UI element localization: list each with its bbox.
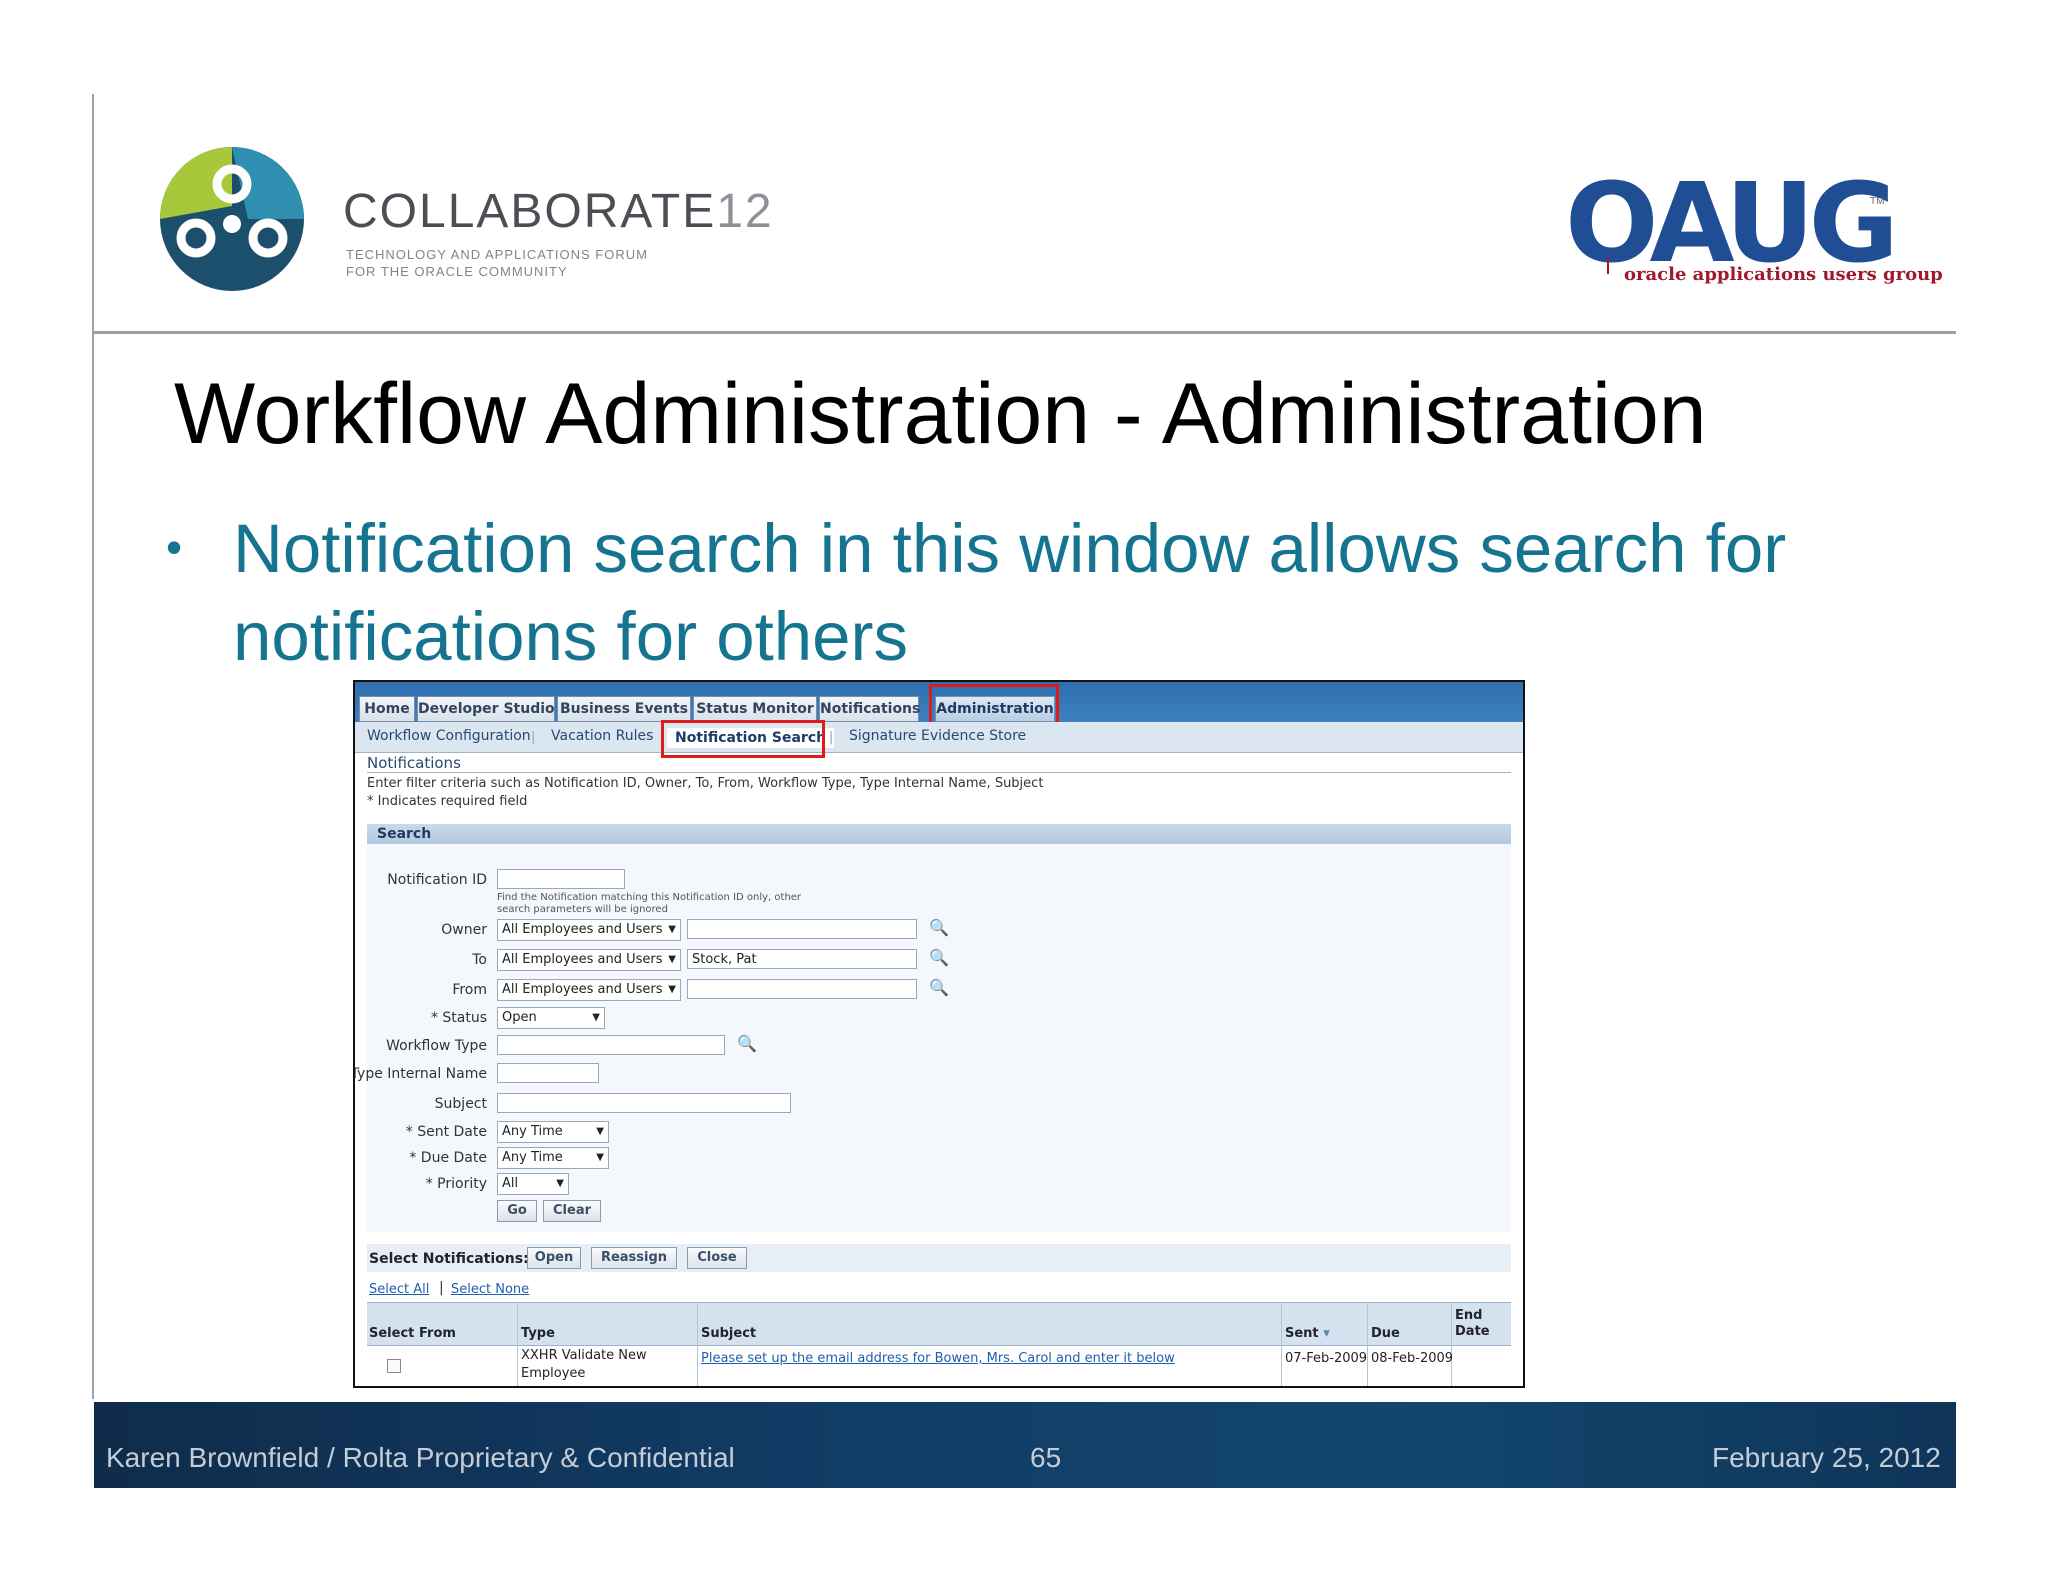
reassign-button[interactable]: Reassign [591, 1247, 677, 1269]
label-to: To [472, 952, 487, 968]
row-type: XXHR Validate New Employee [521, 1348, 647, 1381]
select-none-link[interactable]: Select None [451, 1282, 529, 1297]
subtab-workflow-configuration[interactable]: Workflow Configuration [367, 728, 531, 744]
clear-button[interactable]: Clear [543, 1200, 601, 1222]
tab-notifications[interactable]: Notifications [819, 696, 920, 722]
label-type-internal-name: Type Internal Name [353, 1066, 487, 1082]
col-due[interactable]: Due [1371, 1326, 1400, 1341]
notification-id-hint: Find the Notification matching this Noti… [497, 892, 802, 915]
oaug-logo: OAUG [1565, 159, 1899, 287]
search-header-bar [367, 824, 1511, 844]
bullet-text: Notification search in this window allow… [233, 510, 1787, 675]
collaborate-logo-icon [160, 147, 304, 291]
subtab-vacation-rules[interactable]: Vacation Rules [551, 728, 653, 744]
from-search-icon[interactable]: 🔍 [929, 978, 949, 997]
tab-business-events[interactable]: Business Events [557, 696, 691, 722]
to-search-icon[interactable]: 🔍 [929, 948, 949, 967]
slide-title: Workflow Administration - Administration [174, 366, 1707, 462]
oaug-pointer-line [1607, 258, 1609, 274]
col-from[interactable]: From [419, 1326, 456, 1341]
row-checkbox[interactable] [387, 1359, 401, 1373]
col-select[interactable]: Select [369, 1326, 414, 1341]
footer-page-number: 65 [1030, 1442, 1062, 1473]
priority-select[interactable]: All ▼ [497, 1173, 569, 1195]
link-separator: | [439, 1280, 444, 1296]
collaborate-tagline: TECHNOLOGY AND APPLICATIONS FORUM FOR THE… [346, 247, 648, 279]
app-screenshot: Home Developer Studio Business Events St… [353, 680, 1525, 1388]
instructions-text: Enter filter criteria such as Notificati… [367, 776, 1044, 791]
type-internal-name-input[interactable] [497, 1063, 599, 1083]
sent-date-select[interactable]: Any Time ▼ [497, 1121, 609, 1143]
col-type[interactable]: Type [521, 1326, 555, 1341]
select-notifications-label: Select Notifications: [369, 1251, 529, 1267]
footer-author: Karen Brownfield / Rolta Proprietary & C… [106, 1442, 735, 1473]
close-button[interactable]: Close [687, 1247, 747, 1269]
subject-input[interactable] [497, 1093, 791, 1113]
tab-home[interactable]: Home [359, 696, 415, 722]
bullet-marker: • [166, 521, 183, 573]
label-subject: Subject [434, 1096, 487, 1112]
col-end-date[interactable]: End Date [1455, 1308, 1505, 1340]
row-due: 08-Feb-2009 [1371, 1351, 1454, 1366]
owner-select[interactable]: All Employees and Users ▼ [497, 919, 681, 941]
table-row: XXHR Validate New Employee Please set up… [367, 1345, 1511, 1385]
search-header: Search [377, 826, 432, 842]
workflow-type-search-icon[interactable]: 🔍 [737, 1034, 757, 1053]
subtab-signature-evidence-store[interactable]: Signature Evidence Store [849, 728, 1026, 744]
oaug-tagline: oracle applications users group [1624, 264, 1943, 285]
label-status: * Status [430, 1010, 487, 1026]
label-priority: * Priority [425, 1176, 487, 1192]
required-note: * Indicates required field [367, 794, 528, 809]
section-rule [367, 772, 1511, 773]
to-input[interactable]: Stock, Pat [687, 949, 917, 969]
to-select[interactable]: All Employees and Users ▼ [497, 949, 681, 971]
label-sent-date: * Sent Date [405, 1124, 487, 1140]
col-subject[interactable]: Subject [701, 1326, 756, 1341]
highlight-notification-search [661, 720, 825, 758]
collaborate-wordmark: COLLABORATE12 [343, 185, 774, 238]
owner-search-icon[interactable]: 🔍 [929, 918, 949, 937]
section-title: Notifications [367, 754, 461, 772]
footer-date: February 25, 2012 [1712, 1442, 1941, 1473]
from-select[interactable]: All Employees and Users ▼ [497, 979, 681, 1001]
from-input[interactable] [687, 979, 917, 999]
label-from: From [452, 982, 487, 998]
oaug-tm: TM [1870, 196, 1885, 207]
header-rule [94, 331, 1956, 334]
label-notification-id: Notification ID [387, 872, 487, 888]
due-date-select[interactable]: Any Time ▼ [497, 1147, 609, 1169]
subtab-separator: | [531, 730, 536, 745]
owner-input[interactable] [687, 919, 917, 939]
subtab-separator: | [829, 730, 834, 745]
status-select[interactable]: Open ▼ [497, 1007, 605, 1029]
label-due-date: * Due Date [409, 1150, 487, 1166]
left-border-line [92, 94, 94, 1399]
go-button[interactable]: Go [497, 1200, 537, 1222]
row-subject-link[interactable]: Please set up the email address for Bowe… [701, 1351, 1175, 1366]
tab-developer-studio[interactable]: Developer Studio [417, 696, 555, 722]
open-button[interactable]: Open [527, 1247, 581, 1269]
select-all-link[interactable]: Select All [369, 1282, 429, 1297]
workflow-type-input[interactable] [497, 1035, 725, 1055]
notification-id-input[interactable] [497, 869, 625, 889]
row-sent: 07-Feb-2009 [1285, 1351, 1368, 1366]
col-sent[interactable]: Sent ▾ [1285, 1326, 1330, 1341]
tab-status-monitor[interactable]: Status Monitor [693, 696, 817, 722]
label-workflow-type: Workflow Type [386, 1038, 487, 1054]
label-owner: Owner [441, 922, 487, 938]
